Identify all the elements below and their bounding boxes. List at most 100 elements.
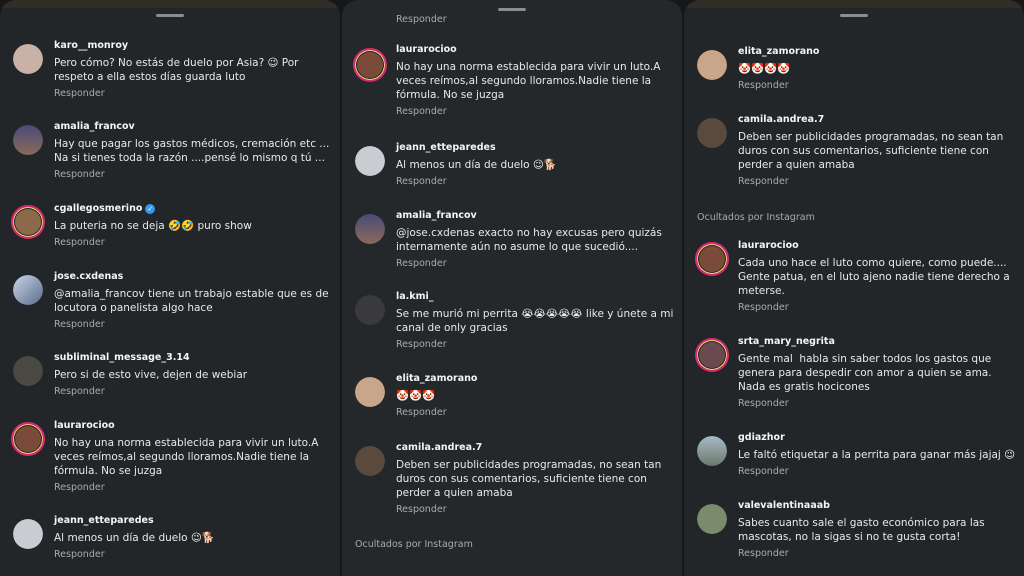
verified-icon: ✓ — [145, 204, 156, 214]
reply-button[interactable]: Responder — [54, 319, 336, 331]
hidden-comments-label[interactable]: Ocultados por Instagram — [355, 539, 473, 550]
avatar[interactable] — [11, 205, 45, 239]
panel-top-strip — [684, 0, 1024, 8]
reply-button[interactable]: Responder — [738, 548, 1020, 560]
drag-handle[interactable] — [156, 14, 184, 17]
avatar[interactable] — [695, 338, 729, 372]
panel-top-strip — [0, 0, 340, 8]
username-row: cgallegosmerino ✓ — [54, 203, 336, 215]
reply-button[interactable]: Responder — [54, 237, 336, 249]
avatar[interactable] — [13, 275, 43, 305]
comment-text: No hay una norma establecida para vivir … — [396, 61, 661, 101]
avatar-image — [355, 295, 385, 325]
reply-button[interactable]: Responder — [396, 407, 678, 419]
avatar-image — [355, 377, 385, 407]
avatar-image — [13, 356, 43, 386]
comment-text: Al menos un día de duelo 😉🐕 — [396, 159, 557, 171]
reply-button[interactable]: Responder — [396, 504, 678, 516]
username[interactable]: elita_zamorano — [396, 373, 678, 385]
avatar[interactable] — [355, 295, 385, 325]
reply-button[interactable]: Responder — [54, 549, 336, 561]
avatar-image — [13, 519, 43, 549]
comment-text: Pero cómo? No estás de duelo por Asia? 😉… — [54, 57, 299, 83]
comment-text: Sabes cuanto sale el gasto económico par… — [738, 517, 985, 543]
username[interactable]: jeann_etteparedes — [54, 515, 336, 527]
drag-handle[interactable] — [498, 8, 526, 11]
username[interactable]: camila.andrea.7 — [738, 114, 1020, 126]
username[interactable]: laurarocioo — [738, 240, 1020, 252]
reply-button[interactable]: Responder — [738, 398, 1020, 410]
username[interactable]: srta_mary_negrita — [738, 336, 1020, 348]
reply-button[interactable]: Responder — [738, 80, 1020, 92]
username[interactable]: laurarocioo — [54, 420, 336, 432]
avatar-image — [13, 275, 43, 305]
drag-handle[interactable] — [840, 14, 868, 17]
avatar[interactable] — [13, 356, 43, 386]
avatar-image — [355, 146, 385, 176]
username[interactable]: jose.cxdenas — [54, 271, 336, 283]
username[interactable]: karo__monroy — [54, 40, 336, 52]
reply-button[interactable]: Responder — [738, 176, 1020, 188]
avatar-image — [697, 436, 727, 466]
comment-text: Se me murió mi perrita 😭😭😭😭😭 like y únet… — [396, 308, 674, 334]
avatar[interactable] — [697, 504, 727, 534]
avatar[interactable] — [13, 44, 43, 74]
reply-button[interactable]: Responder — [54, 169, 336, 181]
avatar[interactable] — [695, 242, 729, 276]
avatar[interactable] — [697, 118, 727, 148]
avatar[interactable] — [11, 422, 45, 456]
comment-text: Al menos un día de duelo 😉🐕 — [54, 532, 215, 544]
reply-button[interactable]: Responder — [396, 258, 678, 270]
reply-button[interactable]: Responder — [54, 386, 336, 398]
avatar[interactable] — [697, 50, 727, 80]
avatar-image — [697, 504, 727, 534]
avatar-image — [15, 209, 41, 235]
reply-button[interactable]: Responder — [54, 482, 336, 494]
avatar[interactable] — [355, 214, 385, 244]
avatar-image — [355, 214, 385, 244]
avatar[interactable] — [355, 377, 385, 407]
comment-text: La puteria no se deja 🤣🤣 puro show — [54, 220, 252, 232]
reply-button[interactable]: Responder — [738, 302, 1020, 314]
avatar-image — [355, 446, 385, 476]
reply-button[interactable]: Responder — [396, 106, 678, 118]
username[interactable]: laurarocioo — [396, 44, 678, 56]
username[interactable]: la.kmi_ — [396, 291, 678, 303]
avatar[interactable] — [13, 519, 43, 549]
username[interactable]: jeann_etteparedes — [396, 142, 678, 154]
username[interactable]: valevalentinaaab — [738, 500, 1020, 512]
username[interactable]: amalia_francov — [396, 210, 678, 222]
avatar[interactable] — [353, 48, 387, 82]
avatar-image — [697, 50, 727, 80]
hidden-comments-label[interactable]: Ocultados por Instagram — [697, 212, 815, 223]
username[interactable]: gdiazhor — [738, 432, 1020, 444]
username[interactable]: amalia_francov — [54, 121, 336, 133]
avatar-image — [13, 125, 43, 155]
reply-button[interactable]: Responder — [396, 14, 447, 26]
reply-button[interactable]: Responder — [54, 88, 336, 100]
comment-text: 🤡🤡🤡 — [396, 390, 436, 402]
avatar-image — [357, 52, 383, 78]
comment-text: Deben ser publicidades programadas, no s… — [738, 131, 1004, 171]
comment-text: Cada uno hace el luto como quiere, como … — [738, 257, 1010, 297]
reply-button[interactable]: Responder — [396, 339, 678, 351]
comment-text: Le faltó etiquetar a la perrita para gan… — [738, 449, 1016, 461]
avatar[interactable] — [355, 446, 385, 476]
avatar[interactable] — [697, 436, 727, 466]
username[interactable]: camila.andrea.7 — [396, 442, 678, 454]
username[interactable]: cgallegosmerino — [54, 203, 142, 215]
comments-panel-left: karo__monroy Pero cómo? No estás de duel… — [0, 0, 340, 576]
username[interactable]: subliminal_message_3.14 — [54, 352, 336, 364]
comment-text: Deben ser publicidades programadas, no s… — [396, 459, 662, 499]
comment-text: 🤡🤡🤡🤡 — [738, 63, 791, 75]
reply-button[interactable]: Responder — [396, 176, 678, 188]
avatar[interactable] — [355, 146, 385, 176]
comment-text: Pero si de esto vive, dejen de webiar — [54, 369, 248, 381]
avatar[interactable] — [13, 125, 43, 155]
comments-panel-right: elita_zamorano 🤡🤡🤡🤡 Responder camila.and… — [684, 0, 1024, 576]
username[interactable]: elita_zamorano — [738, 46, 1020, 58]
comment-text: Gente mal habla sin saber todos los gast… — [738, 353, 992, 393]
comment-text: Hay que pagar los gastos médicos, cremac… — [54, 138, 330, 164]
comment-text: No hay una norma establecida para vivir … — [54, 437, 319, 477]
reply-button[interactable]: Responder — [738, 466, 1020, 478]
